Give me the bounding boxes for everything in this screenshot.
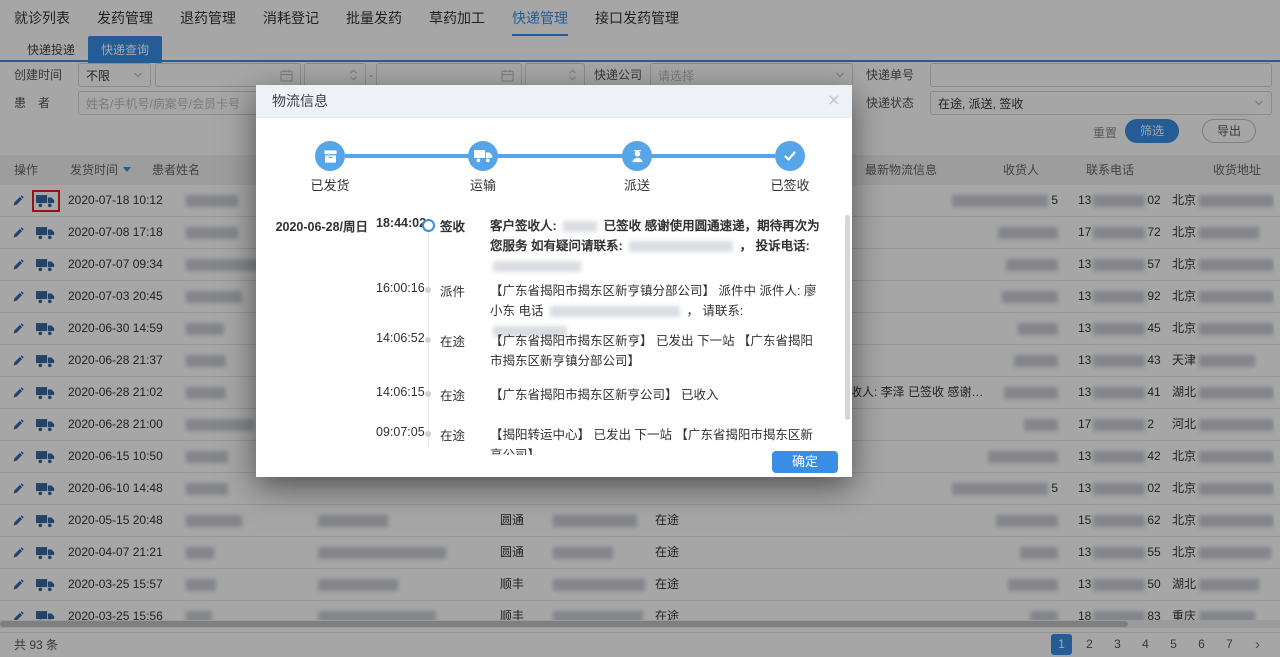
- redacted-text: [629, 241, 734, 253]
- timeline-content: 客户签收人: 已签收 感谢使用圆通速递，期待再次为您服务 如有疑问请联系: ， …: [490, 216, 820, 276]
- package-icon: [315, 141, 345, 171]
- steps-connector: [345, 154, 775, 158]
- timeline-text: 【揭阳转运中心】 已发出 下一站 【广东省揭阳市揭东区新亨公司】: [490, 428, 813, 455]
- timeline-content: 【广东省揭阳市揭东区新亨公司】 已收入: [490, 385, 820, 405]
- timeline-marker-dot: [425, 391, 431, 397]
- modal-scrollbar[interactable]: [845, 215, 850, 420]
- redacted-text: [493, 261, 581, 273]
- timeline-status: 在途: [440, 389, 466, 403]
- timeline-content: 【广东省揭阳市揭东区新亨】 已发出 下一站 【广东省揭阳市揭东区新亨镇分部公司】: [490, 331, 820, 371]
- timeline-marker-dot: [425, 337, 431, 343]
- logistics-info-modal: 物流信息 × 已发货 运输 派送 已签收 2020-06-28/周日 18:44…: [256, 85, 852, 477]
- courier-icon: [622, 141, 652, 171]
- redacted-text: [563, 221, 598, 233]
- express-management-page: 就诊列表 发药管理 退药管理 消耗登记 批量发药 草药加工 快递管理 接口发药管理 快递投递快…: [0, 0, 1280, 657]
- close-icon[interactable]: ×: [828, 86, 840, 116]
- timeline-marker-ring: [422, 219, 435, 232]
- timeline-text: 【广东省揭阳市揭东区新亨公司】 已收入: [490, 388, 719, 402]
- redacted-text: [549, 306, 680, 318]
- timeline-content: 【揭阳转运中心】 已发出 下一站 【广东省揭阳市揭东区新亨公司】: [490, 425, 820, 455]
- timeline-marker-dot: [425, 431, 431, 437]
- timeline-status: 在途: [440, 429, 466, 443]
- timeline-time: 18:44:02: [376, 216, 427, 230]
- timeline-marker-dot: [425, 287, 431, 293]
- confirm-button[interactable]: 确定: [772, 451, 838, 473]
- timeline-status: 签收: [440, 220, 466, 234]
- timeline-text: 客户签收人:: [490, 219, 557, 233]
- timeline-time: 14:06:52: [376, 331, 425, 345]
- logistics-timeline: 2020-06-28/周日 18:44:02 签收 客户签收人: 已签收 感谢使…: [256, 85, 852, 455]
- timeline-time: 14:06:15: [376, 385, 425, 399]
- timeline-text: 【广东省揭阳市揭东区新亨】 已发出 下一站 【广东省揭阳市揭东区新亨镇分部公司】: [490, 334, 813, 368]
- timeline-time: 16:00:16: [376, 281, 425, 295]
- timeline-text: ， 请联系:: [686, 304, 744, 318]
- timeline-date: 2020-06-28/周日: [275, 220, 368, 234]
- truck-icon: [468, 141, 498, 171]
- timeline-time: 09:07:05: [376, 425, 425, 439]
- timeline-text: ， 投诉电话:: [739, 239, 810, 253]
- modal-title: 物流信息: [272, 93, 328, 109]
- check-icon: [775, 141, 805, 171]
- timeline-status: 在途: [440, 335, 466, 349]
- timeline-status: 派件: [440, 285, 466, 299]
